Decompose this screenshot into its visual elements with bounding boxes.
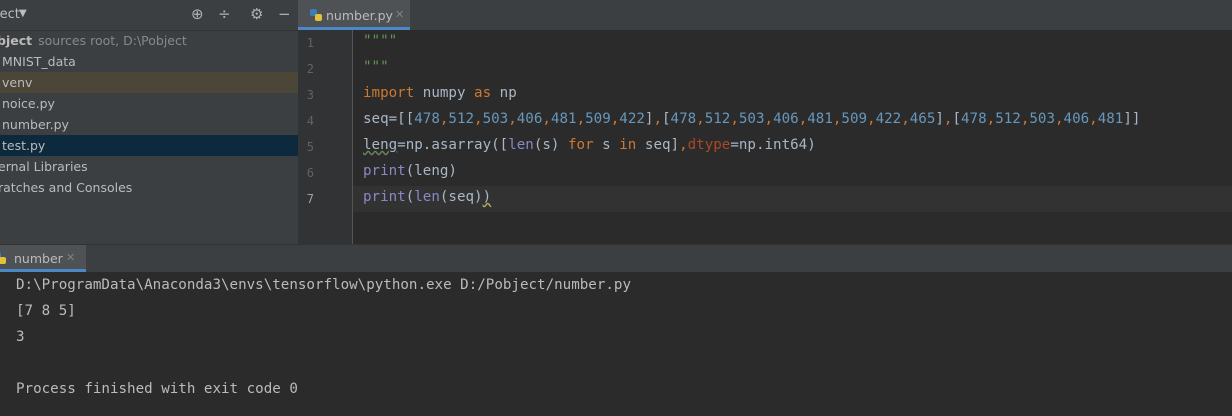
code-line-1: """" (363, 33, 398, 49)
line-number-gutter: 1 2 3 4 5 6 7 (298, 30, 352, 244)
tree-item-label: ernal Libraries (0, 159, 88, 174)
project-panel: ject ▼ ⊕ ÷ ⚙ − bject sources root, D:\Pob… (0, 0, 298, 244)
tree-item-number-py[interactable]: number.py (0, 114, 298, 135)
console-line: Process finished with exit code 0 (16, 381, 298, 397)
close-icon[interactable]: ✕ (395, 8, 404, 21)
tree-item-noice-py[interactable]: noice.py (0, 93, 298, 114)
tree-item-label: test.py (2, 138, 46, 153)
locate-target-icon[interactable]: ⊕ (191, 5, 204, 23)
code-line-4: seq=[[478,512,503,406,481,509,422],[478,… (363, 111, 1141, 127)
tree-item-label: ratches and Consoles (0, 180, 133, 195)
code-line-2: """ (363, 59, 389, 75)
run-tab-number[interactable]: number ✕ (0, 245, 86, 272)
code-line-3: import numpy as np (363, 85, 517, 101)
project-root-name: bject (0, 33, 33, 48)
python-run-icon (0, 252, 6, 264)
tree-item-test-py[interactable]: test.py (0, 135, 298, 156)
tree-item-label: venv (2, 75, 33, 90)
tree-item-mnist-data[interactable]: MNIST_data (0, 51, 298, 72)
console-line: D:\ProgramData\Anaconda3\envs\tensorflow… (16, 277, 631, 293)
line-number: 1 (306, 36, 314, 50)
line-number-current: 7 (306, 192, 314, 206)
run-tab-bar: number ✕ (0, 244, 1232, 272)
run-tab-label: number (14, 251, 63, 266)
tree-item-label: number.py (2, 117, 69, 132)
python-file-icon (310, 9, 322, 21)
collapse-all-icon[interactable]: ÷ (218, 5, 231, 23)
code-line-7: print(len(seq)) (363, 189, 492, 205)
console-line: [7 8 5] (16, 303, 76, 319)
tree-item-label: noice.py (2, 96, 55, 111)
tree-item-project-root[interactable]: bject sources root, D:\Pobject (0, 30, 298, 51)
project-toolbar: ject ▼ ⊕ ÷ ⚙ − (0, 0, 298, 31)
line-number: 4 (306, 114, 314, 128)
tab-number-py[interactable]: number.py ✕ (298, 0, 410, 30)
tab-label: number.py (326, 8, 393, 23)
editor-tab-bar: number.py ✕ (298, 0, 1232, 31)
console-output[interactable]: D:\ProgramData\Anaconda3\envs\tensorflow… (0, 272, 1232, 416)
line-number: 3 (306, 88, 314, 102)
console-line: 3 (16, 329, 25, 345)
gear-icon[interactable]: ⚙ (250, 5, 263, 23)
line-number: 2 (306, 62, 314, 76)
tree-item-label: MNIST_data (2, 54, 76, 69)
chevron-down-icon[interactable]: ▼ (19, 8, 27, 19)
tree-item-external-libraries[interactable]: ernal Libraries (0, 156, 298, 177)
code-line-5: leng=np.asarray([len(s) for s in seq],dt… (363, 137, 816, 153)
project-view-selector[interactable]: ject (0, 7, 20, 22)
tree-item-scratches-and-consoles[interactable]: ratches and Consoles (0, 177, 298, 198)
line-number: 6 (306, 166, 314, 180)
code-line-6: print(leng) (363, 163, 457, 179)
code-editor[interactable]: """" """ import numpy as np seq=[[478,51… (353, 30, 1232, 244)
line-number: 5 (306, 140, 314, 154)
close-icon[interactable]: ✕ (66, 251, 75, 264)
hide-panel-icon[interactable]: − (278, 5, 291, 23)
project-root-meta: sources root, D:\Pobject (38, 33, 187, 48)
tree-item-venv[interactable]: venv (0, 72, 298, 93)
